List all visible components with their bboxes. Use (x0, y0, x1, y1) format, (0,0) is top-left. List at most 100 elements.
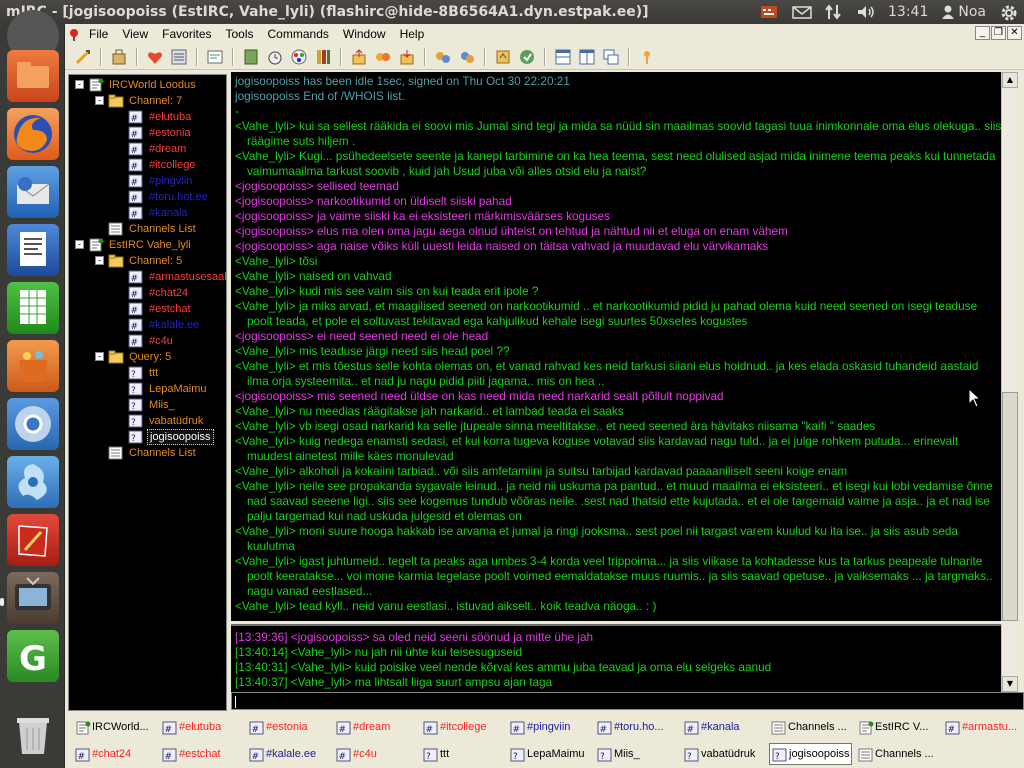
tree-item[interactable]: ? jogisoopoiss (115, 428, 214, 445)
tile-horizontal-icon[interactable] (553, 47, 573, 67)
switchbar-button[interactable]: ? LepaMaimu (508, 743, 591, 765)
keyboard-icon[interactable] (760, 4, 778, 20)
clock[interactable]: 13:41 (888, 4, 928, 20)
tree-item[interactable]: - Query: 5 (95, 349, 173, 364)
tree-item[interactable]: # #estonia (115, 125, 193, 140)
switchbar-button[interactable]: EstIRC V... (856, 716, 939, 738)
mail-icon[interactable] (792, 4, 812, 20)
menu-favorites[interactable]: Favorites (162, 27, 211, 41)
network-icon[interactable] (824, 4, 842, 20)
switchbar-button[interactable]: # #elutuba (160, 716, 243, 738)
trash-icon[interactable] (7, 708, 59, 760)
tree-item[interactable]: # #elutuba (115, 109, 193, 124)
calc-icon[interactable] (7, 282, 59, 334)
switchbar-button[interactable]: # #armastu... (943, 716, 1024, 738)
message-input[interactable] (231, 692, 1024, 710)
send-file-icon[interactable] (493, 47, 513, 67)
tree-item[interactable]: - IRCWorld Loodus (75, 77, 198, 92)
collapse-toggle-icon[interactable]: - (75, 240, 84, 249)
tree-item[interactable]: ? LepaMaimu (115, 381, 208, 396)
switchbar-button[interactable]: # #estchat (160, 743, 243, 765)
files-icon[interactable] (7, 50, 59, 102)
recent-scrollbar[interactable]: ▼ (1001, 624, 1018, 692)
tree-item[interactable]: Channels List (95, 221, 198, 236)
switchbar-button[interactable]: # #chat24 (73, 743, 156, 765)
tree-bar[interactable]: - IRCWorld Loodus - Channel: 7 # #elutuba # #es… (68, 74, 227, 711)
switchbar-button[interactable]: Channels ... (769, 716, 852, 738)
firefox-icon[interactable] (7, 108, 59, 160)
tree-item[interactable]: ? Miis_ (115, 397, 177, 412)
close-button[interactable]: ✕ (1007, 26, 1022, 40)
tree-item[interactable]: - Channel: 5 (95, 253, 184, 268)
switchbar-button[interactable]: # #pingviin (508, 716, 591, 738)
tile-vertical-icon[interactable] (577, 47, 597, 67)
collapse-toggle-icon[interactable]: - (95, 256, 104, 265)
minimize-button[interactable]: _ (975, 26, 990, 40)
menu-tools[interactable]: Tools (226, 27, 254, 41)
software-center-icon[interactable] (7, 340, 59, 392)
thunderbird-icon[interactable] (7, 166, 59, 218)
switchbar-button[interactable]: ? ttt (421, 743, 504, 765)
switchbar-button[interactable]: # #dream (334, 716, 417, 738)
tweak-icon[interactable] (7, 456, 59, 508)
tree-item[interactable]: - EstIRC Vahe_lyli (75, 237, 193, 252)
scripts-editor-icon[interactable] (205, 47, 225, 67)
address-book-icon[interactable] (241, 47, 261, 67)
tree-item[interactable]: # #pingviin (115, 173, 194, 188)
dcc-chat-icon[interactable] (373, 47, 393, 67)
collapse-toggle-icon[interactable]: - (75, 80, 84, 89)
gedit-icon[interactable]: G (7, 630, 59, 682)
tree-item[interactable]: # #toru.hot.ee (115, 189, 210, 204)
collapse-toggle-icon[interactable]: - (95, 352, 104, 361)
switchbar-button[interactable]: # #kanala (682, 716, 765, 738)
gear-icon[interactable] (1000, 4, 1018, 21)
tree-item[interactable]: # #armastusesaal (115, 269, 226, 284)
menu-commands[interactable]: Commands (268, 27, 329, 41)
tree-item[interactable]: # #estchat (115, 301, 193, 316)
switchbar-button[interactable]: # #itcollege (421, 716, 504, 738)
switchbar-button[interactable]: ? jogisoopoiss (769, 743, 852, 765)
tree-item[interactable]: ? ttt (115, 365, 160, 380)
dcc-send-icon[interactable] (349, 47, 369, 67)
menu-file[interactable]: File (89, 27, 108, 41)
tree-item[interactable]: # #kalale.ee (115, 317, 201, 332)
chat-scrollbar[interactable]: ▲ (1001, 72, 1018, 621)
switchbar-button[interactable]: ? vabatüdruk (682, 743, 765, 765)
dcc-get-icon[interactable] (397, 47, 417, 67)
help-icon[interactable] (637, 47, 657, 67)
scroll-thumb[interactable] (1002, 392, 1018, 621)
logs-icon[interactable] (313, 47, 333, 67)
volume-icon[interactable] (856, 4, 874, 20)
switchbar-button[interactable]: Channels ... (856, 743, 939, 765)
options-icon[interactable] (109, 47, 129, 67)
tree-item[interactable]: Channels List (95, 445, 198, 460)
tree-item[interactable]: # #c4u (115, 333, 175, 348)
scroll-down-button[interactable]: ▼ (1002, 676, 1018, 692)
tree-item[interactable]: - Channel: 7 (95, 93, 184, 108)
timer-icon[interactable] (265, 47, 285, 67)
tree-item[interactable]: # #kanala (115, 205, 190, 220)
scroll-up-button[interactable]: ▲ (1002, 72, 1018, 88)
menu-help[interactable]: Help (400, 27, 425, 41)
urls-icon[interactable] (457, 47, 477, 67)
tree-item[interactable]: # #itcollege (115, 157, 197, 172)
tree-item[interactable]: ? vabatüdruk (115, 413, 205, 428)
connect-icon[interactable] (73, 47, 93, 67)
channel-list-icon[interactable] (169, 47, 189, 67)
tree-item[interactable]: # #chat24 (115, 285, 190, 300)
switchbar-button[interactable]: # #kalale.ee (247, 743, 330, 765)
cascade-icon[interactable] (601, 47, 621, 67)
switchbar-button[interactable]: # #estonia (247, 716, 330, 738)
favorites-icon[interactable] (145, 47, 165, 67)
tv-icon[interactable] (7, 572, 59, 624)
reader-icon[interactable] (7, 514, 59, 566)
mirc-app-icon[interactable] (67, 27, 81, 41)
tree-item[interactable]: # #dream (115, 141, 188, 156)
switchbar-button[interactable]: IRCWorld... (73, 716, 156, 738)
writer-icon[interactable] (7, 224, 59, 276)
menu-window[interactable]: Window (343, 27, 386, 41)
menu-view[interactable]: View (122, 27, 148, 41)
colors-icon[interactable] (289, 47, 309, 67)
notify-icon[interactable] (433, 47, 453, 67)
switchbar-button[interactable]: # #toru.ho... (595, 716, 678, 738)
